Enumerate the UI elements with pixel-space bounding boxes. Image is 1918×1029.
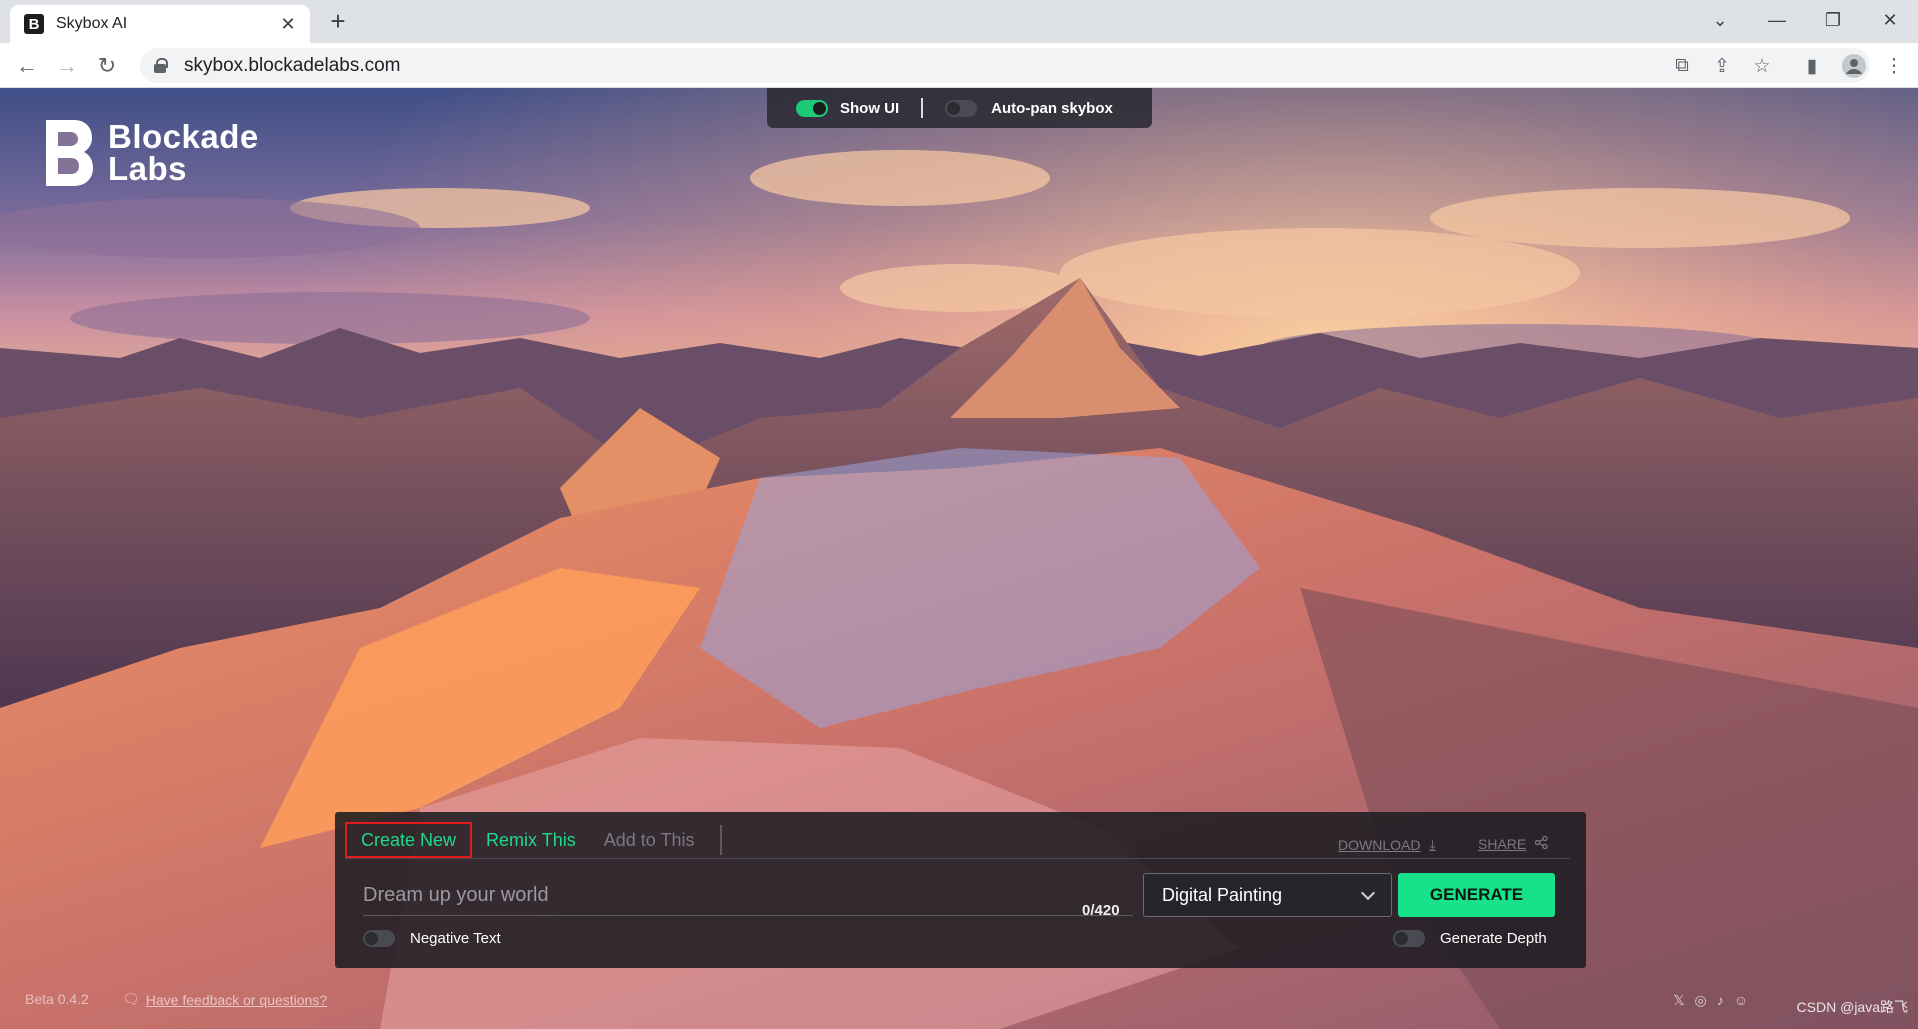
mode-tabs: Create New Remix This Add to This [345, 822, 723, 858]
generate-depth-toggle[interactable] [1393, 930, 1425, 947]
back-arrow-icon[interactable]: ← [12, 51, 42, 81]
generate-depth-label: Generate Depth [1440, 930, 1547, 947]
tab-add-to-this[interactable]: Add to This [590, 822, 709, 858]
url-text[interactable]: skybox.blockadelabs.com [184, 55, 401, 77]
prompt-field-wrapper [363, 876, 1133, 916]
show-ui-label: Show UI [840, 99, 900, 117]
share-icon [1535, 835, 1548, 852]
browser-tab-strip: B Skybox AI ✕ + ⌄ — ❐ ✕ [0, 0, 1918, 43]
window-close-button[interactable]: ✕ [1862, 0, 1918, 40]
feedback-link[interactable]: 🗨 Have feedback or questions? [122, 991, 327, 1008]
tiktok-icon[interactable]: ♪ [1717, 992, 1724, 1009]
twitter-icon[interactable]: 𝕏 [1673, 992, 1684, 1009]
prompt-input[interactable] [363, 876, 1133, 914]
share-label: SHARE [1478, 836, 1527, 852]
toggle-divider [921, 98, 924, 118]
generate-depth-option: Generate Depth [1393, 930, 1547, 947]
download-icon: ⤓ [1429, 836, 1436, 852]
tabs-divider [720, 825, 723, 855]
negative-text-label: Negative Text [410, 930, 501, 947]
negative-text-option: Negative Text [363, 930, 501, 947]
logo-line-2: Labs [108, 150, 188, 187]
skybox-favicon-icon: B [24, 14, 44, 34]
tab-remix-this[interactable]: Remix This [472, 822, 590, 858]
blockade-labs-logo[interactable]: Blockade Labs [44, 118, 259, 188]
browser-menu-icon[interactable]: ⋮ [1880, 52, 1908, 80]
address-bar[interactable]: skybox.blockadelabs.com [140, 48, 1870, 83]
reload-icon[interactable]: ↻ [92, 51, 122, 81]
share-page-icon[interactable]: ⇪ [1708, 52, 1736, 80]
download-button[interactable]: DOWNLOAD ⤓ [1338, 836, 1436, 853]
style-dropdown[interactable]: Digital Painting [1143, 873, 1392, 917]
lock-icon[interactable] [154, 58, 168, 73]
chat-bubble-icon: 🗨 [122, 991, 140, 1007]
skybox-viewport[interactable]: Show UI Auto-pan skybox Blockade Labs Cr… [0, 88, 1918, 1029]
minimize-button[interactable]: — [1749, 0, 1805, 40]
forward-arrow-icon[interactable]: → [52, 51, 82, 81]
tab-create-new[interactable]: Create New [345, 822, 473, 858]
generate-button[interactable]: GENERATE [1398, 873, 1555, 917]
feedback-text: Have feedback or questions? [145, 991, 328, 1008]
browser-toolbar: ← → ↻ skybox.blockadelabs.com ⧉ ⇪ ☆ ▮ ⋮ [0, 43, 1918, 88]
watermark-text: CSDN @java路飞 [1796, 999, 1908, 1015]
negative-text-toggle[interactable] [363, 930, 395, 947]
logo-line-1: Blockade [108, 118, 259, 155]
profile-avatar-icon[interactable] [1840, 52, 1868, 80]
tab-close-icon[interactable]: ✕ [278, 14, 298, 35]
generation-panel: Create New Remix This Add to This DOWNLO… [335, 812, 1586, 968]
share-button[interactable]: SHARE [1478, 835, 1548, 852]
side-panel-icon[interactable]: ▮ [1798, 52, 1826, 80]
version-label: Beta 0.4.2 [25, 991, 89, 1007]
social-links: 𝕏 ◎ ♪ ☺ [1673, 992, 1748, 1009]
auto-pan-toggle[interactable] [945, 99, 978, 117]
blockade-logo-mark-icon [46, 120, 93, 186]
view-toggle-bar: Show UI Auto-pan skybox [767, 88, 1152, 128]
show-ui-toggle[interactable] [796, 99, 828, 117]
style-selected-value: Digital Painting [1162, 884, 1283, 905]
browser-tab[interactable]: B Skybox AI ✕ [10, 5, 310, 43]
translate-icon[interactable]: ⧉ [1668, 52, 1696, 80]
chevron-down-icon [1360, 885, 1376, 900]
bookmark-star-icon[interactable]: ☆ [1748, 52, 1776, 80]
download-label: DOWNLOAD [1338, 836, 1421, 853]
character-counter: 0/420 [1082, 902, 1120, 919]
auto-pan-label: Auto-pan skybox [991, 99, 1113, 117]
tab-search-chevron-icon[interactable]: ⌄ [1692, 0, 1748, 40]
new-tab-button[interactable]: + [323, 7, 353, 37]
tabs-underline [345, 858, 1570, 859]
instagram-icon[interactable]: ◎ [1694, 992, 1706, 1009]
tab-title: Skybox AI [56, 15, 128, 32]
restore-button[interactable]: ❐ [1805, 0, 1861, 40]
discord-icon[interactable]: ☺ [1734, 992, 1748, 1009]
